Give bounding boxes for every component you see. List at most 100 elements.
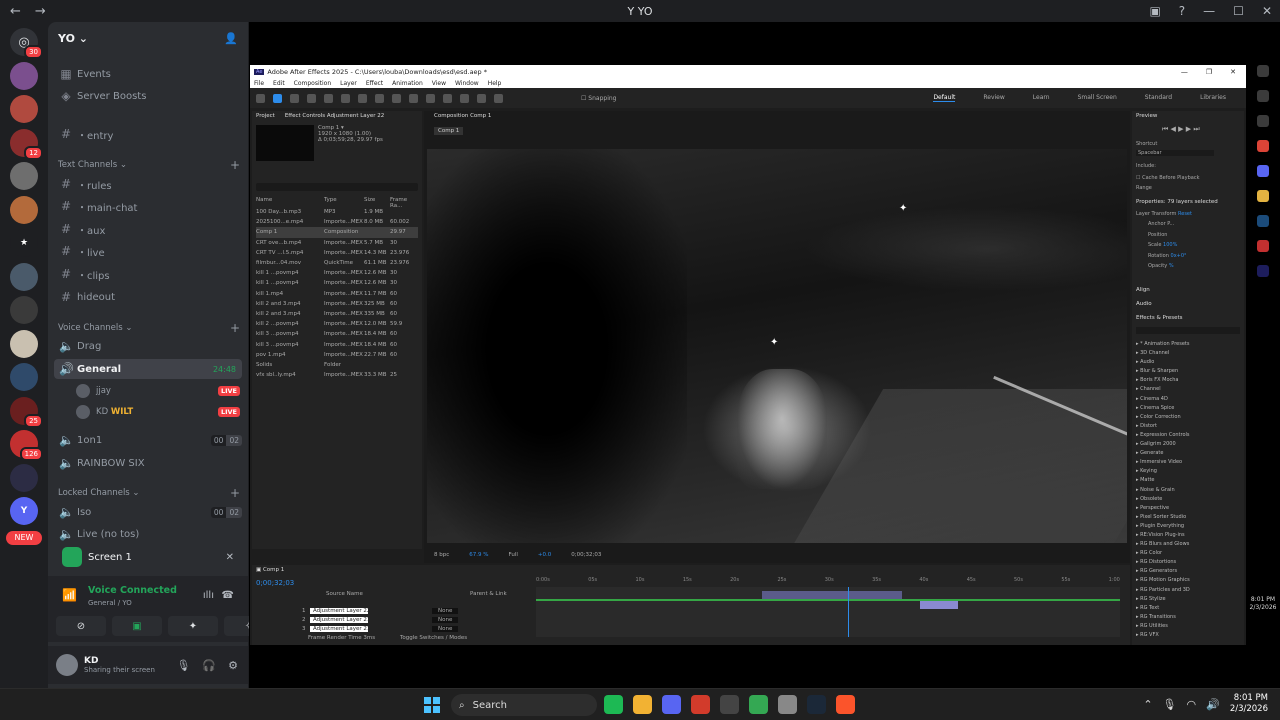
ae-menu-item[interactable]: File (254, 80, 264, 87)
server-boosts-item[interactable]: ◈ Server Boosts (54, 86, 242, 106)
ae-minimize[interactable]: — (1181, 68, 1188, 76)
column-header[interactable]: Type (324, 197, 364, 205)
project-item-row[interactable]: kill 1 ...povmp4 Importe...MEX 12.6 MB 30 (256, 278, 418, 288)
soundboard-icon[interactable]: ıllı (203, 590, 214, 601)
layer-name[interactable]: Adjustment Layer 21 (310, 626, 368, 632)
effect-category[interactable]: ▸ Immersive Video (1136, 459, 1242, 468)
disconnect-icon[interactable]: ☎ (222, 590, 234, 601)
parent-select[interactable]: None (432, 626, 459, 632)
ae-menu-item[interactable]: Help (488, 80, 502, 87)
prop-position[interactable]: Position (1148, 232, 1167, 238)
project-item-row[interactable]: kill 1 ...povmp4 Importe...MEX 12.6 MB 30 (256, 268, 418, 278)
prop-rotation[interactable]: Rotation 0x+0° (1148, 253, 1187, 259)
folder-icon[interactable] (1257, 190, 1269, 202)
workspace-review[interactable]: Review (983, 94, 1004, 102)
server-icon[interactable] (10, 363, 38, 391)
events-item[interactable]: ▦ Events (54, 64, 242, 84)
headphones-icon[interactable]: 🎧 (202, 659, 216, 672)
effect-category[interactable]: ▸ Blur & Sharpen (1136, 368, 1242, 377)
server-icon[interactable]: 126 (10, 430, 43, 461)
home-button[interactable]: ◎ 30 (10, 28, 43, 59)
taskbar-app-icon[interactable] (836, 695, 855, 714)
signal-icon[interactable]: 📶 (62, 588, 77, 602)
effect-category[interactable]: ▸ Pixel Sorter Studio (1136, 514, 1242, 523)
channel-hideout[interactable]: # hideout (54, 287, 242, 307)
column-header[interactable]: Size (364, 197, 390, 205)
microphone-icon[interactable]: 🎙 (176, 659, 190, 672)
taskbar-app-icon[interactable] (778, 695, 797, 714)
orbit-tool-icon[interactable] (324, 93, 333, 103)
effect-category[interactable]: ▸ Audio (1136, 359, 1242, 368)
timeline-timecode[interactable]: 0;00;32;03 (256, 579, 294, 587)
wifi-icon[interactable]: ◠ (1187, 698, 1197, 711)
parent-select[interactable]: None (432, 617, 459, 623)
channel-aux[interactable]: # ・aux (54, 219, 242, 239)
snapping-toggle[interactable]: ☐ Snapping (581, 95, 616, 102)
server-icon[interactable]: ★ (10, 229, 38, 257)
channel-clips[interactable]: # ・clips (54, 264, 242, 284)
effect-category[interactable]: ▸ Plugin Everything (1136, 523, 1242, 532)
effect-category[interactable]: ▸ Distort (1136, 423, 1242, 432)
inbox-icon[interactable]: ▣ (1149, 4, 1160, 18)
ae-menu-item[interactable]: Composition (294, 80, 331, 87)
new-badge[interactable]: NEW (6, 530, 42, 545)
back-arrow-icon[interactable]: ← (10, 4, 21, 19)
cache-checkbox[interactable]: ☐ Cache Before Playback (1136, 175, 1199, 181)
audio-header[interactable]: Audio (1136, 301, 1152, 307)
channel-entry[interactable]: # ・entry (54, 124, 242, 144)
prop-value[interactable]: % (1169, 263, 1174, 269)
stop-share-icon[interactable]: ✕ (226, 552, 234, 563)
exposure-value[interactable]: +0.0 (538, 552, 551, 558)
workspace-small-screen[interactable]: Small Screen (1078, 94, 1117, 102)
voice-location[interactable]: General / YO (88, 599, 132, 607)
category-voice-channels[interactable]: Voice Channels ⌄ + (58, 321, 240, 335)
playhead[interactable] (848, 587, 849, 637)
add-channel-icon[interactable]: + (230, 486, 240, 500)
server-icon[interactable] (10, 195, 38, 224)
ae-menu-item[interactable]: Edit (273, 80, 285, 87)
ae-app-icon[interactable] (1257, 265, 1269, 277)
server-icon[interactable] (10, 262, 38, 291)
ae-menu-item[interactable]: Animation (392, 80, 423, 87)
voice-member[interactable]: jjay LIVE (76, 382, 240, 400)
effect-category[interactable]: ▸ Channel (1136, 386, 1242, 395)
server-header[interactable]: YO ⌄ 👤 (48, 22, 248, 54)
taskbar-app-icon[interactable] (604, 695, 623, 714)
project-item-row[interactable]: 2025100...e.mp4 Importe...MEX 8.0 MB 60.002 (256, 217, 418, 227)
timeline-layer[interactable]: 2 Adjustment Layer 21 None (256, 616, 528, 624)
add-channel-icon[interactable]: + (230, 158, 240, 172)
effect-category[interactable]: ▸ RG VFX (1136, 632, 1242, 641)
comp-subtab[interactable]: Comp 1 (434, 127, 464, 135)
voice-channel-drag[interactable]: 🔈 Drag (54, 336, 242, 356)
project-item-row[interactable]: CRT TV ...l.5.mp4 Importe...MEX 14.3 MB 23.… (256, 248, 418, 258)
project-tab[interactable]: Project (256, 113, 275, 119)
add-channel-icon[interactable]: + (230, 321, 240, 335)
composition-viewer[interactable]: ✦ ✦ (427, 149, 1127, 543)
anchor-point-icon[interactable]: ✦ (899, 203, 907, 214)
effect-category[interactable]: ▸ RG Generators (1136, 568, 1242, 577)
effect-category[interactable]: ▸ Keying (1136, 468, 1242, 477)
effect-category[interactable]: ▸ Boris FX Mocha (1136, 377, 1242, 386)
layer-bar-selected[interactable] (920, 601, 958, 609)
server-icon[interactable] (10, 463, 38, 492)
layer-name[interactable]: Adjustment Layer 21 (310, 617, 368, 623)
shape-tool-icon[interactable] (375, 93, 384, 103)
server-icon-yo[interactable]: Y (10, 497, 38, 525)
pen-tool-icon[interactable] (392, 93, 401, 103)
voice-channel-general[interactable]: 🔊 General 24:48 (54, 359, 242, 379)
steam-icon[interactable] (1257, 215, 1269, 227)
resolution-select[interactable]: Full (509, 552, 518, 558)
ae-menu-item[interactable]: Effect (366, 80, 383, 87)
eraser-tool-icon[interactable] (460, 93, 469, 103)
taskbar-app-icon[interactable] (662, 695, 681, 714)
zoom-level[interactable]: 67.9 % (469, 552, 488, 558)
keyframe-cluster[interactable] (762, 591, 902, 599)
effect-category[interactable]: ▸ Gallgrim 2000 (1136, 441, 1242, 450)
column-header[interactable]: Frame Ra... (390, 197, 416, 209)
avatar[interactable] (56, 654, 78, 676)
close-button[interactable]: ✕ (1262, 4, 1272, 18)
project-item-row[interactable]: kill 1.mp4 Importe...MEX 11.7 MB 60 (256, 289, 418, 299)
voice-channel-rainbow-six[interactable]: 🔈 RAINBOW SIX (54, 453, 242, 473)
voice-channel-iso[interactable]: 🔈 Iso 00 02 (54, 502, 242, 522)
work-area-bar[interactable] (536, 599, 1120, 601)
